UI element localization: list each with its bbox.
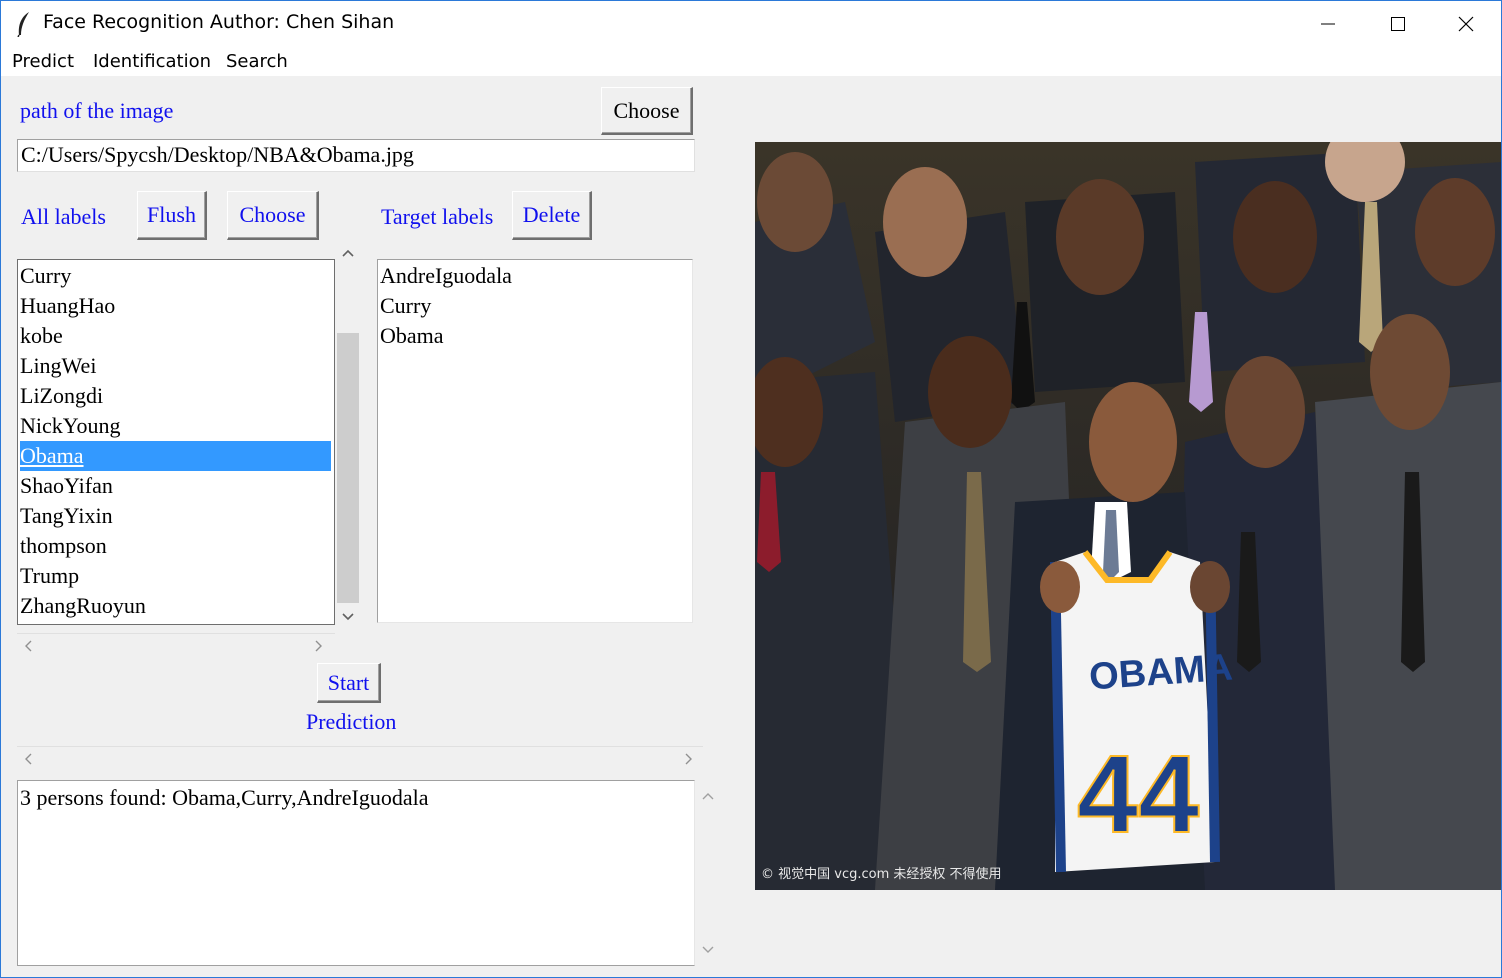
jersey-number: 44 xyxy=(1077,733,1199,856)
image-path-field[interactable]: C:/Users/Spycsh/Desktop/NBA&Obama.jpg xyxy=(17,139,695,172)
app-window: Face Recognition Author: Chen Sihan Pred… xyxy=(0,0,1502,978)
photo-watermark: © 视觉中国 vcg.com 未经授权 不得使用 xyxy=(761,866,1002,882)
menu-predict[interactable]: Predict xyxy=(12,51,74,72)
chevron-right-icon[interactable] xyxy=(685,753,693,765)
target-labels-list[interactable]: AndreIguodala Curry Obama xyxy=(377,259,693,623)
list-item-selected[interactable]: Obama xyxy=(20,441,331,471)
maximize-icon xyxy=(1391,16,1405,31)
list-item[interactable]: ZhangRuoyun xyxy=(20,591,146,621)
target-labels-label: Target labels xyxy=(381,204,494,229)
target-list-item[interactable]: AndreIguodala xyxy=(380,261,512,291)
chevron-down-icon[interactable] xyxy=(702,946,714,954)
list-item[interactable]: Trump xyxy=(20,561,79,591)
result-textbox[interactable]: 3 persons found: Obama,Curry,AndreIguoda… xyxy=(17,780,695,966)
minimize-icon xyxy=(1321,23,1335,24)
list-item[interactable]: kobe xyxy=(20,321,63,351)
menu-bar: Predict Identification Search xyxy=(1,46,1501,76)
chevron-down-icon[interactable] xyxy=(342,613,354,621)
all-labels-vscrollbar[interactable] xyxy=(337,243,359,629)
image-path-value: C:/Users/Spycsh/Desktop/NBA&Obama.jpg xyxy=(21,142,414,167)
all-labels-list[interactable]: Curry HuangHao kobe LingWei LiZongdi Nic… xyxy=(17,259,335,625)
maximize-button[interactable] xyxy=(1363,1,1433,46)
result-text: 3 persons found: Obama,Curry,AndreIguoda… xyxy=(20,785,429,810)
window-title: Face Recognition Author: Chen Sihan xyxy=(43,11,395,33)
image-path-label: path of the image xyxy=(20,98,174,123)
prediction-label: Prediction xyxy=(306,709,397,734)
list-item[interactable]: Curry xyxy=(20,261,71,291)
chevron-right-icon[interactable] xyxy=(315,640,323,652)
chevron-left-icon[interactable] xyxy=(24,753,32,765)
list-item[interactable]: ShaoYifan xyxy=(20,471,113,501)
feather-icon xyxy=(17,12,29,37)
choose-image-button[interactable]: Choose xyxy=(601,87,693,135)
all-labels-hscrollbar[interactable] xyxy=(17,633,335,656)
minimize-button[interactable] xyxy=(1293,1,1363,46)
list-item[interactable]: thompson xyxy=(20,531,107,561)
menu-identification[interactable]: Identification xyxy=(93,51,211,72)
target-list-item[interactable]: Curry xyxy=(380,291,431,321)
title-bar[interactable]: Face Recognition Author: Chen Sihan xyxy=(1,1,1501,46)
start-button[interactable]: Start xyxy=(317,663,381,703)
result-vscrollbar[interactable] xyxy=(698,780,718,966)
photo-illustration: OBAMA 44 © 视觉中国 vcg.com 未经授权 不得使用 xyxy=(755,142,1501,890)
close-button[interactable] xyxy=(1431,1,1501,46)
scrollbar-thumb[interactable] xyxy=(337,333,359,603)
result-hscrollbar[interactable] xyxy=(17,746,703,771)
list-item[interactable]: LingWei xyxy=(20,351,96,381)
chevron-up-icon[interactable] xyxy=(342,249,354,257)
list-item[interactable]: HuangHao xyxy=(20,291,115,321)
menu-search[interactable]: Search xyxy=(226,51,288,72)
preview-image: OBAMA 44 © 视觉中国 vcg.com 未经授权 不得使用 xyxy=(755,142,1501,890)
list-item[interactable]: NickYoung xyxy=(20,411,120,441)
list-item[interactable]: LiZongdi xyxy=(20,381,103,411)
flush-button[interactable]: Flush xyxy=(137,191,207,240)
delete-button[interactable]: Delete xyxy=(512,191,592,240)
target-list-item[interactable]: Obama xyxy=(380,321,444,351)
all-labels-label: All labels xyxy=(21,204,106,229)
chevron-left-icon[interactable] xyxy=(24,640,32,652)
close-icon xyxy=(1458,16,1474,31)
list-item[interactable]: TangYixin xyxy=(20,501,113,531)
chevron-up-icon[interactable] xyxy=(702,792,714,800)
choose-labels-button[interactable]: Choose xyxy=(227,191,319,240)
